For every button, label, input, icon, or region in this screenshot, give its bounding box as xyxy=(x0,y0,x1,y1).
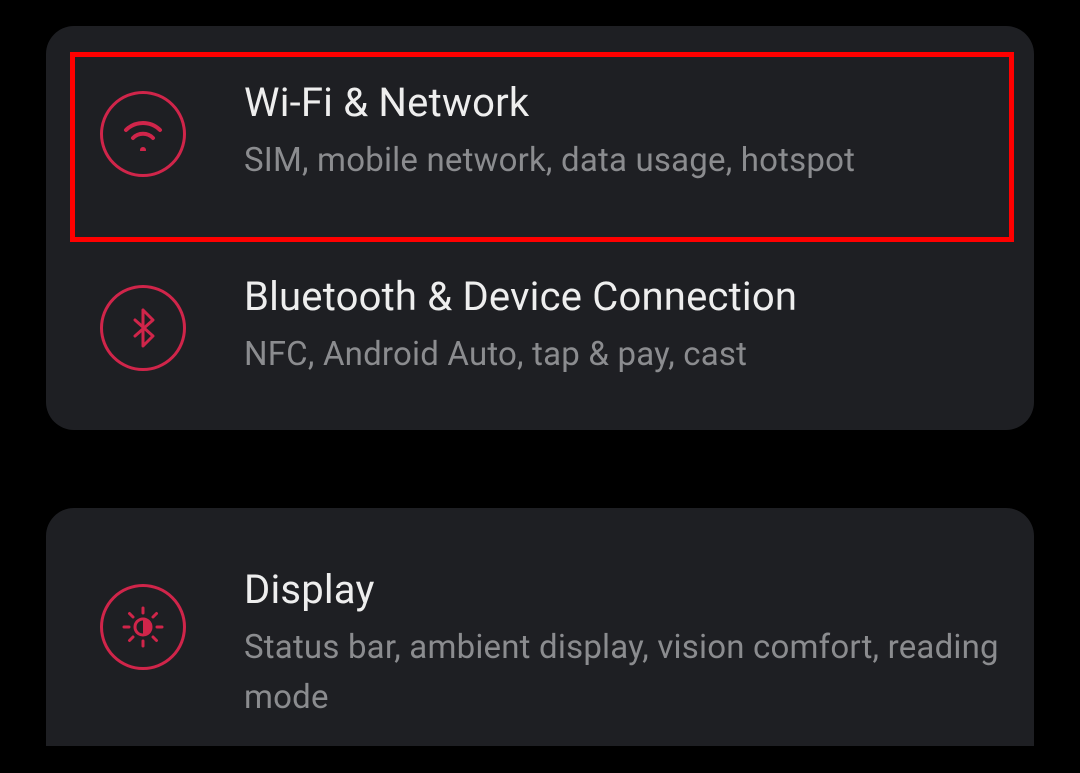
settings-item-display[interactable]: Display Status bar, ambient display, vis… xyxy=(46,526,1034,746)
settings-item-text: Wi-Fi & Network SIM, mobile network, dat… xyxy=(244,79,1000,186)
settings-item-title: Display xyxy=(244,566,1000,613)
settings-item-text: Display Status bar, ambient display, vis… xyxy=(244,566,1000,722)
brightness-icon xyxy=(100,584,186,670)
settings-item-text: Bluetooth & Device Connection NFC, Andro… xyxy=(244,273,1000,380)
settings-item-title: Bluetooth & Device Connection xyxy=(244,273,1000,320)
settings-item-subtitle: SIM, mobile network, data usage, hotspot xyxy=(244,136,1000,186)
settings-item-subtitle: NFC, Android Auto, tap & pay, cast xyxy=(244,330,1000,380)
bluetooth-icon xyxy=(100,285,186,371)
settings-item-title: Wi-Fi & Network xyxy=(244,79,1000,126)
settings-group-1: Wi-Fi & Network SIM, mobile network, dat… xyxy=(46,26,1034,430)
wifi-icon xyxy=(100,91,186,177)
settings-item-bluetooth[interactable]: Bluetooth & Device Connection NFC, Andro… xyxy=(46,230,1034,422)
settings-group-2: Display Status bar, ambient display, vis… xyxy=(46,508,1034,746)
settings-item-subtitle: Status bar, ambient display, vision comf… xyxy=(244,623,1000,722)
settings-item-wifi-network[interactable]: Wi-Fi & Network SIM, mobile network, dat… xyxy=(46,34,1034,230)
